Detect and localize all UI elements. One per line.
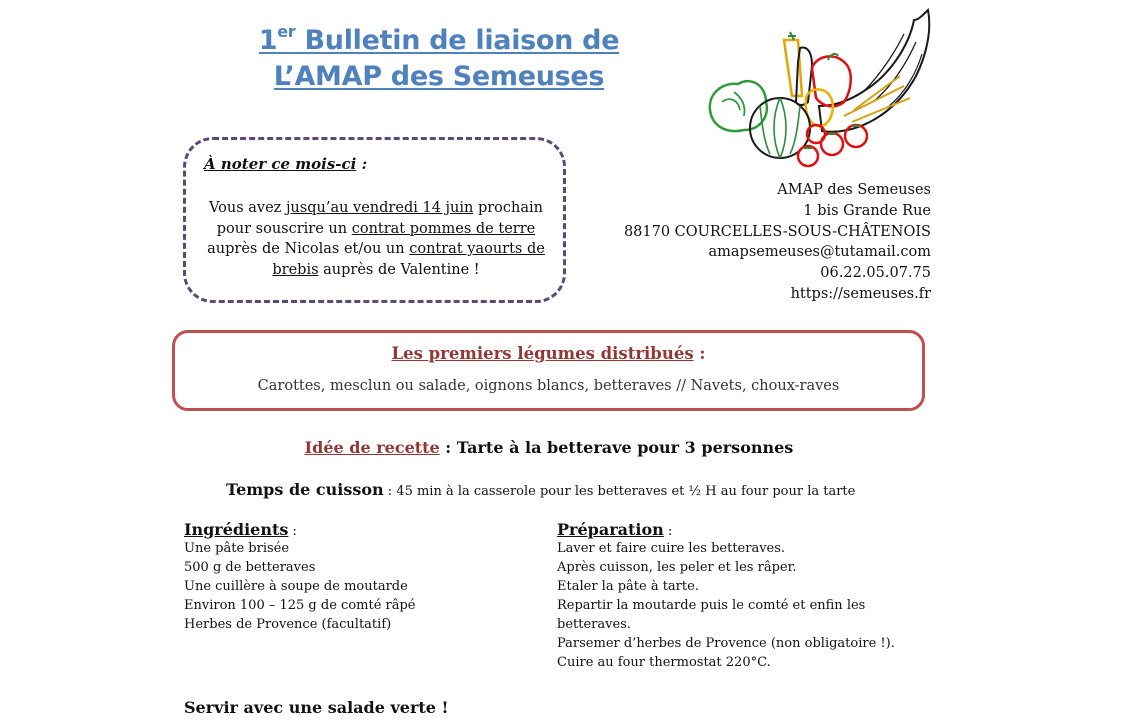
vegetables-heading: Les premiers légumes distribués : [391,344,706,363]
bulletin-title-line-2: L’AMAP des Semeuses [273,61,605,92]
preparation-step: Repartir la moutarde puis le comté et en… [557,598,866,613]
ingredients-heading: Ingrédients [184,520,289,539]
address-phone: 06.22.05.07.75 [820,265,931,282]
preparation-step: Laver et faire cuire les betteraves. [557,541,786,556]
preparation-step: Après cuisson, les peler et les râper. [557,560,797,575]
address-name: AMAP des Semeuses [777,182,931,198]
vegetables-list: Carottes, mesclun ou salade, oignons bla… [257,378,840,394]
ingredients-section: Ingrédients : Une pâte brisée 500 g de b… [184,520,416,632]
ingredient-item: 500 g de betteraves [184,560,316,575]
preparation-step: Etaler la pâte à tarte. [557,579,699,594]
note-heading: À noter ce mois-ci : [204,155,368,173]
address-website: https://semeuses.fr [790,285,931,302]
preparation-step: Parsemer d’herbes de Provence (non oblig… [557,636,895,651]
address-city: 88170 COURCELLES-SOUS-CHÂTENOIS [623,223,931,240]
serving-suggestion: Servir avec une salade verte ! [184,698,449,717]
preparation-heading: Préparation [557,520,664,539]
preparation-step: betteraves. [557,617,631,632]
bulletin-title-line-1: 1er Bulletin de liaison de [258,22,620,56]
recipe-title: Idée de recette : Tarte à la betterave p… [304,438,794,457]
ingredient-item: Une pâte brisée [184,541,290,556]
preparation-section: Préparation : Laver et faire cuire les b… [557,520,927,672]
ingredient-item: Environ 100 – 125 g de comté râpé [184,598,416,613]
vegetables-box [172,330,925,411]
note-text: Vous avez jusqu’au vendredi 14 juin proc… [207,200,545,278]
cornucopia-icon [708,7,931,168]
address-email: amapsemeuses@tutamail.com [708,244,932,261]
ingredient-item: Une cuillère à soupe de moutarde [184,579,408,594]
association-address: AMAP des Semeuses 1 bis Grande Rue 88170… [624,180,931,305]
preparation-step: Cuire au four thermostat 220°C. [557,655,771,670]
ingredient-item: Herbes de Provence (facultatif) [184,617,392,632]
address-street: 1 bis Grande Rue [803,202,931,219]
cooking-time: Temps de cuisson : 45 min à la casserole… [226,480,856,499]
